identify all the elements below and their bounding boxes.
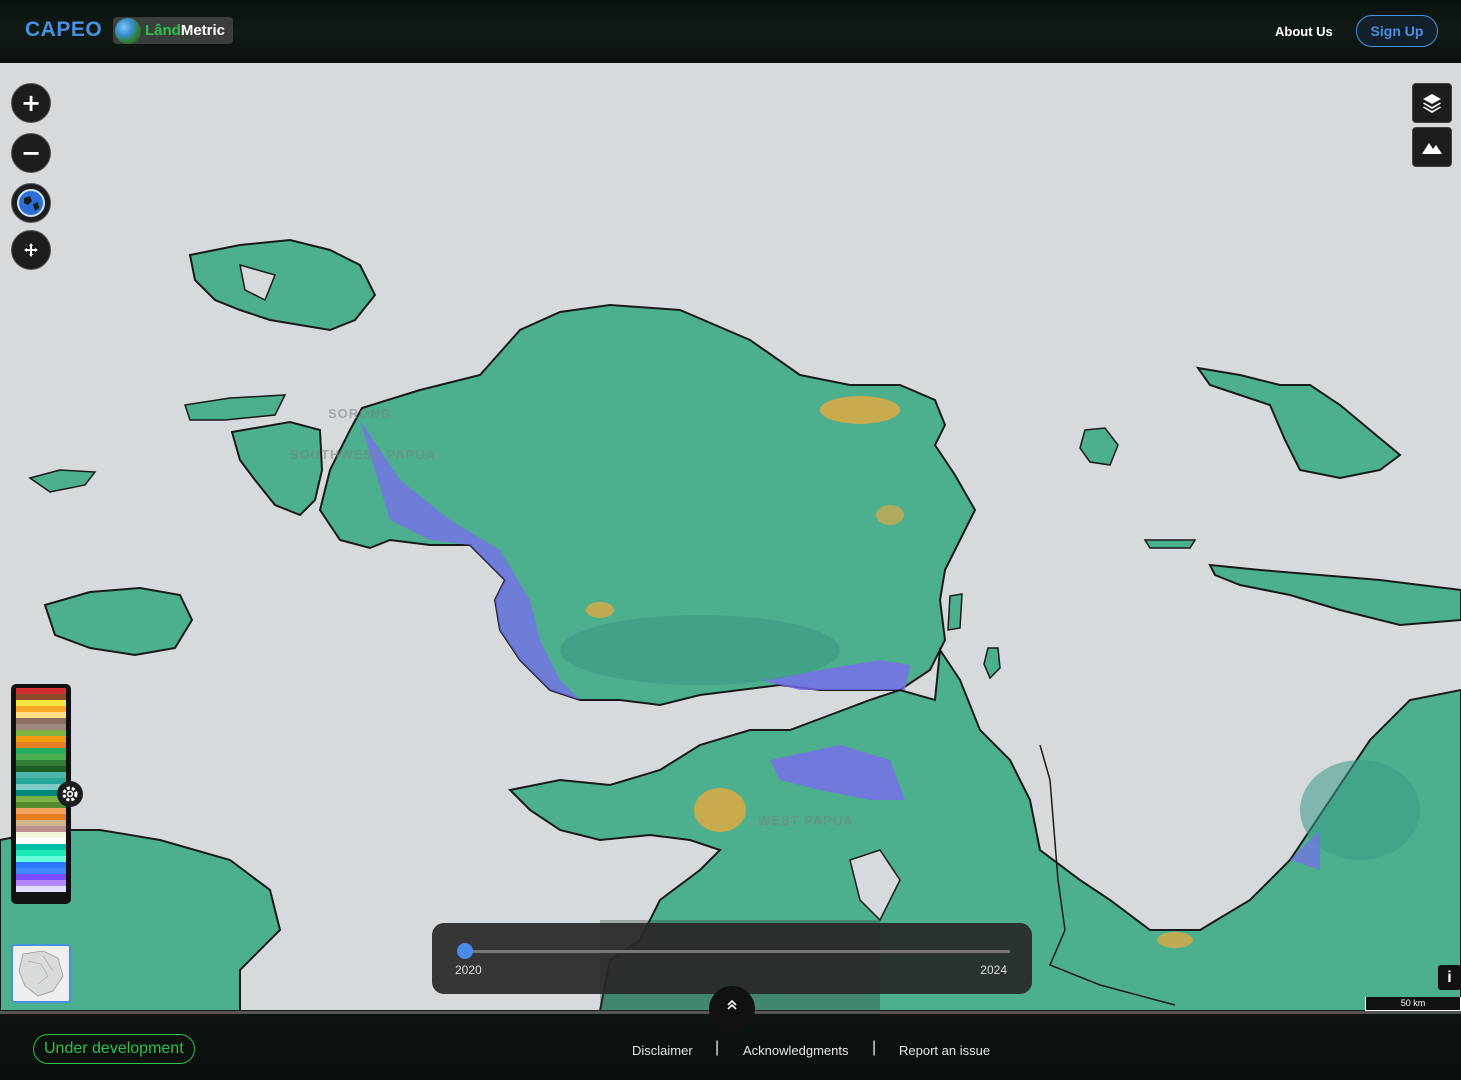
legend-settings-button[interactable]: [57, 781, 83, 807]
expand-panel-button[interactable]: [709, 986, 755, 1032]
terrain-button[interactable]: [1412, 127, 1452, 167]
globe-icon: [115, 17, 141, 44]
legend-color-swatch: [16, 886, 66, 892]
acknowledgments-link[interactable]: Acknowledgments: [743, 1043, 849, 1058]
footer-separator: |: [715, 1039, 720, 1056]
basemap-thumbnail: [13, 946, 69, 1001]
place-label-southwest-papua: SOUTHWEST PAPUA: [289, 447, 437, 462]
about-us-link[interactable]: About Us: [1275, 24, 1333, 39]
brand-logo[interactable]: CAPEO: [25, 18, 102, 42]
top-navigation-bar: CAPEO LândMetric About Us Sign Up: [0, 0, 1461, 63]
report-issue-link[interactable]: Report an issue: [899, 1043, 990, 1058]
layers-icon: [1423, 94, 1441, 113]
landmetric-logo[interactable]: LândMetric: [113, 17, 233, 44]
status-badge: Under development: [33, 1034, 195, 1064]
scale-bar: 50 km: [1365, 997, 1461, 1011]
footer-separator: |: [872, 1039, 877, 1056]
info-button[interactable]: i: [1438, 965, 1461, 990]
disclaimer-link[interactable]: Disclaimer: [632, 1043, 693, 1058]
sign-up-button[interactable]: Sign Up: [1356, 15, 1438, 47]
double-chevron-up-icon: [727, 999, 737, 1010]
start-year-label: 2020: [455, 963, 482, 977]
zoom-in-button[interactable]: +: [11, 83, 51, 123]
end-year-label: 2024: [980, 963, 1007, 977]
place-label-west-papua: WEST PAPUA: [758, 813, 854, 828]
logo-text-part1: Lând: [145, 22, 181, 39]
pan-button[interactable]: [11, 230, 51, 270]
land-cover-basemap: [0, 238, 1461, 1011]
layers-button[interactable]: [1412, 83, 1452, 123]
zoom-out-button[interactable]: −: [11, 133, 51, 173]
time-slider-handle[interactable]: [457, 943, 473, 959]
map-canvas[interactable]: SORONG SOUTHWEST PAPUA WEST PAPUA: [0, 63, 1461, 1011]
gear-icon: [62, 786, 78, 802]
logo-text-part2: Metric: [180, 22, 226, 39]
mountain-icon: [1422, 143, 1442, 154]
time-slider-panel: 2020 2024: [432, 923, 1032, 994]
globe-view-button[interactable]: [11, 183, 51, 223]
landmetric-logo-text: LândMetric: [145, 22, 225, 39]
place-label-sorong: SORONG: [328, 406, 392, 421]
time-slider-track[interactable]: [466, 950, 1010, 953]
globe-icon: [17, 189, 45, 217]
move-icon: [24, 243, 38, 257]
basemap-switcher[interactable]: [11, 944, 71, 1003]
